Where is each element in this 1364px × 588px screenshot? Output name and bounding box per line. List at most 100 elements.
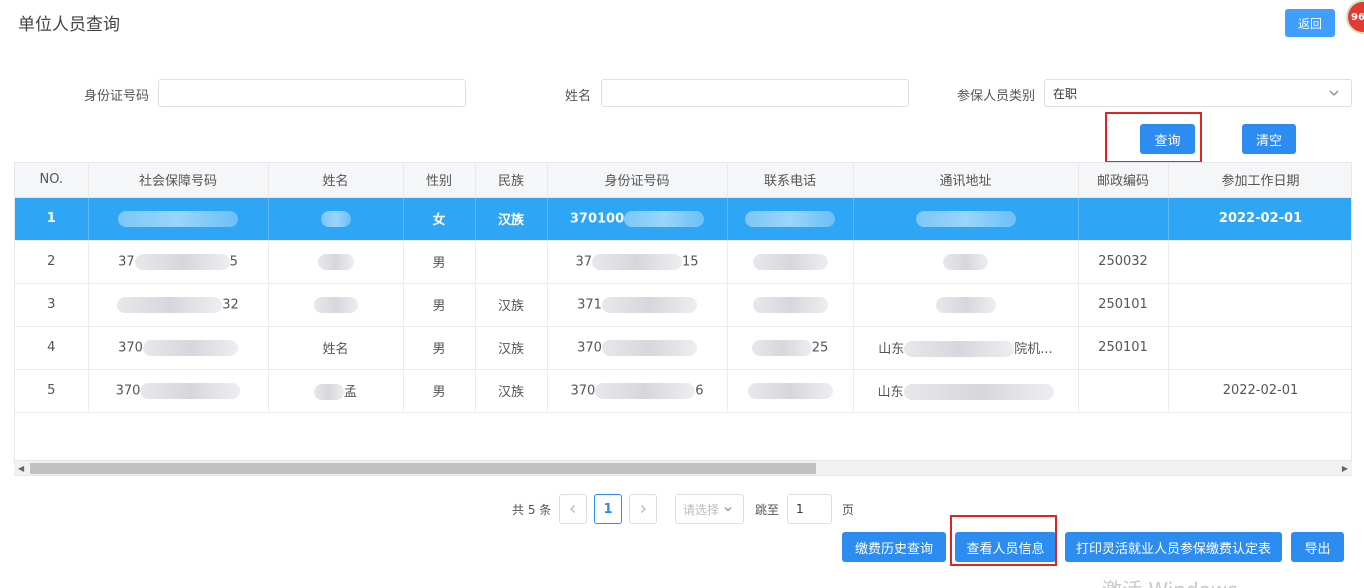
export-button[interactable]: 导出	[1291, 532, 1344, 562]
jump-page-input[interactable]: 1	[787, 494, 832, 524]
cell-work-date	[1168, 326, 1351, 370]
cell-no: 5	[15, 369, 89, 413]
table-row[interactable]: 5 370 孟 男 汉族 370 6 山东 2022-02-01	[15, 369, 1351, 413]
id-prefix: 37	[575, 254, 592, 269]
cell-ethnic: 汉族	[475, 326, 548, 370]
cell-ethnic: 汉族	[475, 283, 548, 327]
address-suffix: 院机...	[1014, 341, 1053, 357]
name-label: 姓名	[565, 89, 592, 104]
col-header-zip[interactable]: 邮政编码	[1078, 163, 1169, 198]
table-header-row: NO. 社会保障号码 姓名 性别 民族 身份证号码 联系电话 通讯地址 邮政编码…	[15, 163, 1351, 198]
id-number-input[interactable]	[158, 79, 466, 107]
redacted-mask	[142, 339, 238, 356]
redacted-mask	[320, 210, 351, 227]
page-title: 单位人员查询	[18, 15, 120, 35]
id-prefix: 370	[570, 383, 596, 398]
cell-address	[853, 283, 1079, 327]
cell-gender: 男	[403, 283, 476, 327]
cell-id: 370100	[547, 197, 728, 241]
cell-id: 370	[547, 326, 728, 370]
phone-suffix: 25	[811, 340, 829, 355]
insured-type-select[interactable]: 在职	[1044, 79, 1352, 107]
cell-work-date	[1168, 240, 1351, 284]
cell-phone: 25	[727, 326, 854, 370]
redacted-mask	[752, 253, 828, 270]
personnel-table: NO. 社会保障号码 姓名 性别 民族 身份证号码 联系电话 通讯地址 邮政编码…	[14, 162, 1352, 476]
name-input[interactable]	[601, 79, 909, 107]
cell-name	[268, 197, 404, 241]
col-header-name[interactable]: 姓名	[268, 163, 404, 198]
col-header-no[interactable]: NO.	[15, 163, 89, 198]
jump-label: 跳至	[755, 502, 780, 517]
cell-id: 37 15	[547, 240, 728, 284]
cell-zip	[1078, 197, 1169, 241]
back-button[interactable]: 返回	[1285, 9, 1335, 37]
cell-gender: 男	[403, 326, 476, 370]
chevron-left-icon	[570, 505, 575, 513]
redacted-mask	[943, 253, 988, 270]
cell-zip: 250101	[1078, 326, 1169, 370]
cell-address	[853, 240, 1079, 284]
chevron-down-icon	[724, 507, 732, 512]
cell-ssn	[88, 197, 269, 241]
page-number-button[interactable]: 1	[594, 494, 622, 524]
redacted-mask	[903, 384, 1054, 401]
page: 单位人员查询 返回 96 身份证号码 姓名 参保人员类别 在职 查询 清空 NO…	[0, 0, 1364, 588]
ssn-suffix: 5	[229, 254, 238, 269]
cell-id: 370 6	[547, 369, 728, 413]
page-size-placeholder: 请选择	[683, 502, 720, 517]
redacted-mask	[751, 339, 812, 356]
cell-ssn: 37 5	[88, 240, 269, 284]
redacted-mask	[134, 253, 230, 270]
clear-button[interactable]: 清空	[1242, 124, 1296, 154]
col-header-id[interactable]: 身份证号码	[547, 163, 728, 198]
cell-phone	[727, 283, 854, 327]
id-suffix: 15	[682, 254, 699, 269]
redacted-mask	[745, 210, 835, 227]
cell-ssn: 370	[88, 326, 269, 370]
col-header-address[interactable]: 通讯地址	[853, 163, 1079, 198]
activation-watermark: 激活 Windows	[1102, 574, 1238, 588]
col-header-phone[interactable]: 联系电话	[727, 163, 854, 198]
table-row[interactable]: 3 32 男 汉族 371 250101	[15, 283, 1351, 327]
redacted-mask	[317, 253, 354, 270]
cell-address: 山东	[853, 369, 1079, 413]
col-header-gender[interactable]: 性别	[403, 163, 476, 198]
total-count: 共 5 条	[512, 502, 552, 517]
page-size-select[interactable]: 请选择	[675, 494, 744, 524]
redacted-mask	[117, 296, 223, 313]
prev-page-button[interactable]	[559, 494, 587, 524]
cell-id: 371	[547, 283, 728, 327]
next-page-button[interactable]	[629, 494, 657, 524]
table-row[interactable]: 4 370 姓名 男 汉族 370 25 山东 院机... 250101	[15, 326, 1351, 370]
table-row[interactable]: 2 37 5 男 37 15 250032	[15, 240, 1351, 284]
notification-badge[interactable]: 96	[1346, 0, 1364, 34]
scrollbar-thumb[interactable]	[30, 463, 816, 474]
insured-type-value: 在职	[1053, 86, 1078, 101]
col-header-ethnic[interactable]: 民族	[475, 163, 548, 198]
redacted-mask	[313, 296, 358, 313]
col-header-work-date[interactable]: 参加工作日期	[1168, 163, 1351, 198]
redacted-mask	[140, 382, 241, 399]
ssn-suffix: 32	[222, 297, 239, 312]
redacted-mask	[624, 210, 705, 227]
redacted-mask	[595, 382, 696, 399]
id-prefix: 370100	[569, 211, 625, 226]
scroll-right-icon[interactable]: ▶	[1342, 464, 1348, 473]
redacted-mask	[935, 296, 996, 313]
redacted-mask	[601, 339, 697, 356]
print-certificate-button[interactable]: 打印灵活就业人员参保缴费认定表	[1065, 532, 1282, 562]
cell-ethnic	[475, 240, 548, 284]
id-suffix: 6	[695, 383, 704, 398]
col-header-ssn[interactable]: 社会保障号码	[88, 163, 269, 198]
horizontal-scrollbar[interactable]: ◀ ▶	[14, 460, 1352, 475]
cell-phone	[727, 240, 854, 284]
cell-gender: 男	[403, 369, 476, 413]
scroll-left-icon[interactable]: ◀	[18, 464, 24, 473]
table-row[interactable]: 1 女 汉族 370100 2022-02-01	[15, 197, 1351, 241]
cell-name: 姓名	[268, 326, 404, 370]
payment-history-button[interactable]: 缴费历史查询	[842, 532, 946, 562]
cell-zip: 250101	[1078, 283, 1169, 327]
id-number-label: 身份证号码	[84, 89, 150, 104]
insured-type-label: 参保人员类别	[957, 89, 1036, 104]
